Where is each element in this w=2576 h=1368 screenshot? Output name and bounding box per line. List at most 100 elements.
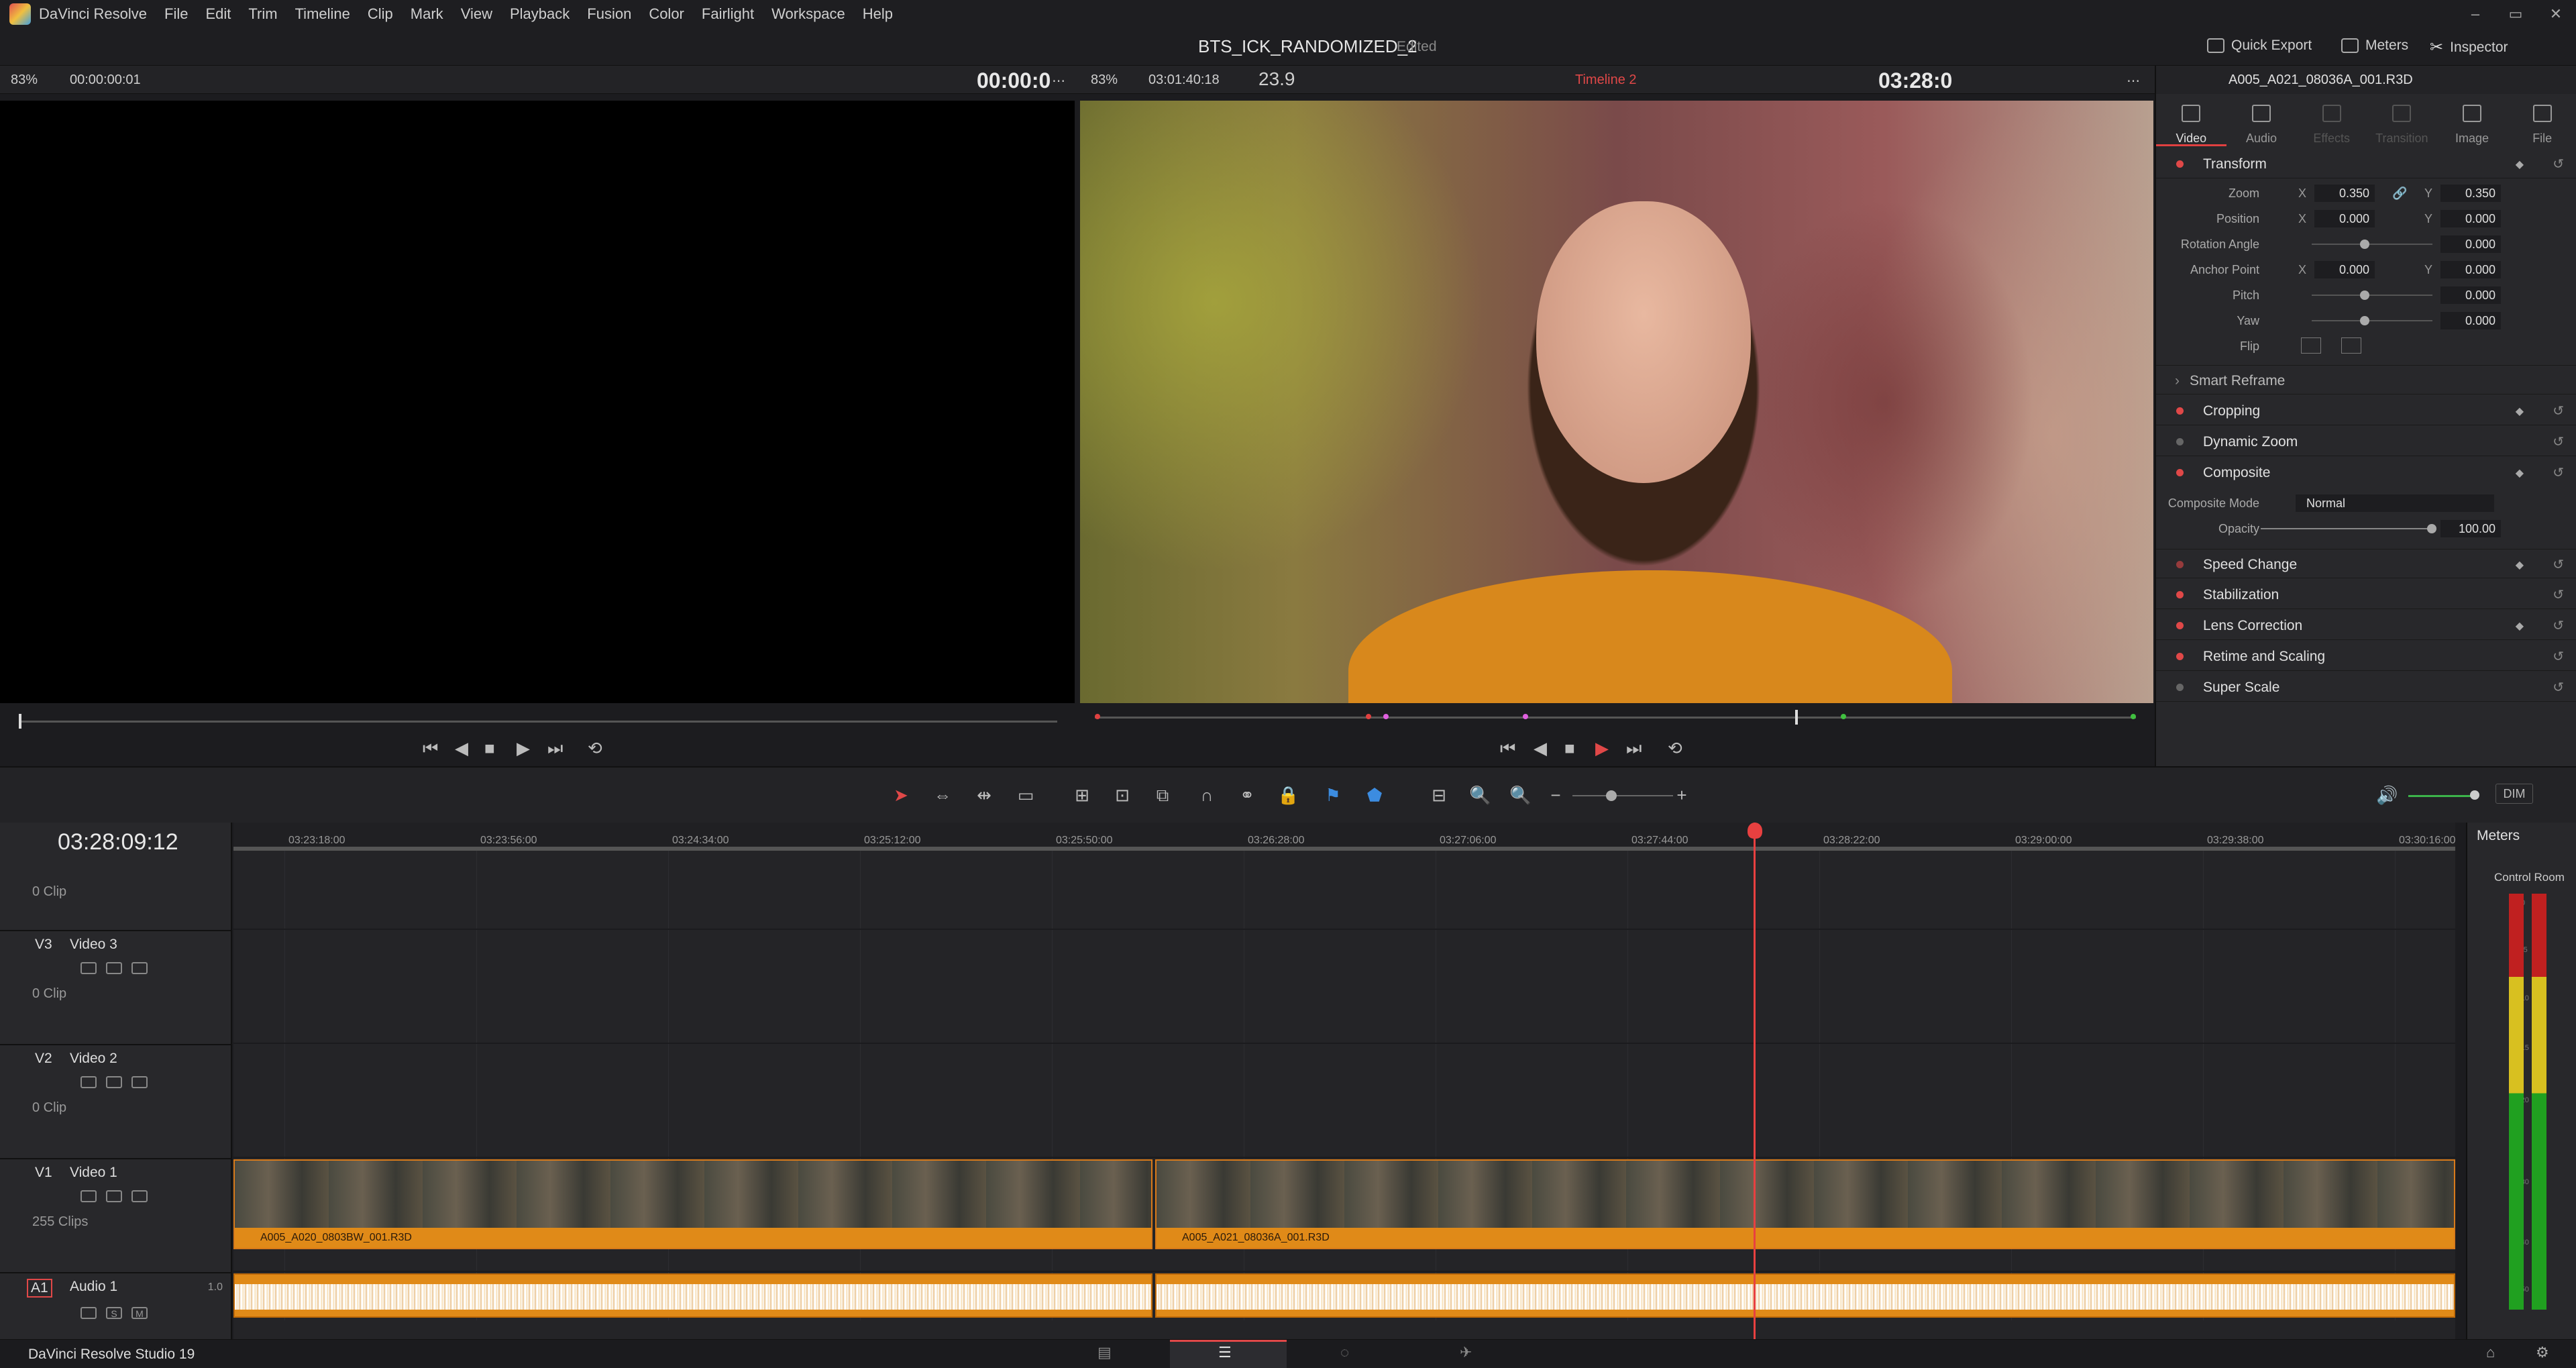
reset-icon[interactable]: ↺	[2553, 464, 2564, 481]
menu-workspace[interactable]: Workspace	[771, 5, 845, 23]
source-scrub-bar[interactable]	[20, 721, 1057, 723]
reset-icon[interactable]: ↺	[2553, 156, 2564, 172]
track-name[interactable]: Video 1	[70, 1165, 117, 1181]
keyframe-icon[interactable]: ◆	[2516, 405, 2524, 418]
marker-red[interactable]	[1366, 714, 1371, 719]
track-name[interactable]: Video 3	[70, 937, 117, 953]
track-header-v3[interactable]: V3 Video 3 0 Clip	[0, 930, 232, 1044]
insert-clip-icon[interactable]: ⊞	[1072, 785, 1092, 805]
menu-fairlight[interactable]: Fairlight	[702, 5, 754, 23]
lock-icon[interactable]	[80, 1190, 97, 1202]
position-y-field[interactable]: 0.000	[2440, 210, 2501, 227]
loop-icon[interactable]: ⟲	[1668, 738, 1682, 759]
composite-mode-dropdown[interactable]: Normal	[2296, 494, 2494, 512]
zoom-custom-icon[interactable]: 🔍	[1509, 785, 1531, 805]
zoom-slider[interactable]	[1572, 795, 1673, 796]
play-reverse-icon[interactable]: ◀	[1534, 738, 1547, 759]
enable-toggle[interactable]	[2176, 622, 2184, 629]
menu-trim[interactable]: Trim	[248, 5, 277, 23]
inspector-button[interactable]: ✂ Inspector	[2430, 38, 2508, 57]
go-to-start-icon[interactable]: ⏮	[423, 738, 438, 759]
track-visibility-icon[interactable]	[131, 1076, 148, 1088]
color-page-icon[interactable]: ◌	[1340, 1344, 1349, 1361]
meters-button[interactable]: Meters	[2341, 38, 2408, 54]
marker-green[interactable]	[1841, 714, 1846, 719]
play-icon[interactable]: ▶	[1595, 738, 1609, 759]
menu-mark[interactable]: Mark	[411, 5, 443, 23]
lock-icon[interactable]	[80, 1076, 97, 1088]
rotation-knob[interactable]	[2360, 240, 2369, 249]
pitch-field[interactable]: 0.000	[2440, 286, 2501, 304]
solo-button[interactable]: S	[106, 1307, 122, 1319]
section-retime-scaling[interactable]: Retime and Scaling ↺	[2156, 641, 2576, 671]
selection-tool-icon[interactable]: ➤	[891, 785, 911, 805]
zoom-detail-icon[interactable]: 🔍	[1469, 785, 1491, 805]
menu-playback[interactable]: Playback	[510, 5, 570, 23]
zoom-slider-knob[interactable]	[1606, 790, 1617, 801]
replace-clip-icon[interactable]: ⧉	[1152, 785, 1173, 805]
tab-file[interactable]: File	[2507, 97, 2576, 146]
audio-clip-1[interactable]	[233, 1273, 1152, 1318]
tab-audio[interactable]: Audio	[2226, 97, 2297, 146]
rotation-slider[interactable]	[2312, 244, 2432, 245]
video-clip-2[interactable]: A005_A021_08036A_001.R3D	[1155, 1159, 2455, 1249]
zoom-out-icon[interactable]: −	[1546, 785, 1566, 805]
enable-toggle[interactable]	[2176, 469, 2184, 476]
tab-image[interactable]: Image	[2437, 97, 2508, 146]
marker-red[interactable]	[1095, 714, 1100, 719]
auto-select-icon[interactable]	[106, 962, 122, 974]
source-viewer[interactable]	[0, 101, 1075, 703]
yaw-field[interactable]: 0.000	[2440, 312, 2501, 329]
timeline-viewer-playhead[interactable]	[1795, 710, 1798, 725]
stop-icon[interactable]: ■	[484, 738, 495, 759]
snapping-icon[interactable]: ∩	[1197, 785, 1217, 805]
marker-icon[interactable]: ⬟	[1364, 785, 1385, 805]
track-visibility-icon[interactable]	[131, 962, 148, 974]
go-to-end-icon[interactable]: ⏭	[547, 738, 563, 759]
trim-tool-icon[interactable]: ⇔	[932, 785, 953, 805]
enable-toggle[interactable]	[2176, 591, 2184, 598]
track-name[interactable]: Video 2	[70, 1051, 117, 1067]
timeline-name-dropdown[interactable]: Timeline 2	[1575, 72, 1637, 88]
position-x-field[interactable]: 0.000	[2314, 210, 2375, 227]
timeline-scroll-range[interactable]	[233, 847, 2455, 851]
marker-pink[interactable]	[1383, 714, 1389, 719]
pitch-knob[interactable]	[2360, 291, 2369, 300]
enable-toggle[interactable]	[2176, 561, 2184, 568]
zoom-in-icon[interactable]: +	[1672, 785, 1692, 805]
timeline-tracks-area[interactable]: 03:23:18:00 03:23:56:00 03:24:34:00 03:2…	[233, 823, 2455, 1339]
position-lock-icon[interactable]: 🔒	[1277, 785, 1299, 805]
section-lens-correction[interactable]: Lens Correction ◆ ↺	[2156, 611, 2576, 640]
marker-green[interactable]	[2131, 714, 2136, 719]
keyframe-icon[interactable]: ◆	[2516, 466, 2524, 480]
go-to-start-icon[interactable]: ⏮	[1500, 738, 1515, 759]
reset-icon[interactable]: ↺	[2553, 648, 2564, 665]
menu-file[interactable]: File	[164, 5, 188, 23]
timeline-scrub-bar[interactable]	[1095, 717, 2136, 719]
track-id[interactable]: A1	[27, 1279, 52, 1298]
source-options-icon[interactable]: ⋯	[1052, 72, 1065, 89]
blade-tool-icon[interactable]: ▭	[1016, 785, 1036, 805]
anchor-y-field[interactable]: 0.000	[2440, 261, 2501, 278]
zoom-x-field[interactable]: 0.350	[2314, 185, 2375, 202]
video-clip-1[interactable]: A005_A020_0803BW_001.R3D	[233, 1159, 1152, 1249]
reset-icon[interactable]: ↺	[2553, 403, 2564, 419]
timeline-zoom[interactable]: 83%	[1091, 72, 1118, 88]
dynamic-trim-icon[interactable]: ⇹	[974, 785, 994, 805]
yaw-slider[interactable]	[2312, 320, 2432, 321]
enable-toggle[interactable]	[2176, 653, 2184, 660]
menu-color[interactable]: Color	[649, 5, 684, 23]
auto-select-icon[interactable]	[106, 1190, 122, 1202]
close-button[interactable]: ✕	[2536, 0, 2576, 28]
menu-timeline[interactable]: Timeline	[295, 5, 350, 23]
enable-toggle[interactable]	[2176, 684, 2184, 691]
section-transform[interactable]: Transform ◆ ↺	[2156, 149, 2576, 178]
yaw-knob[interactable]	[2360, 316, 2369, 325]
opacity-field[interactable]: 100.00	[2440, 520, 2501, 537]
menu-view[interactable]: View	[461, 5, 492, 23]
flip-vertical-icon[interactable]	[2341, 337, 2361, 354]
section-dynamic-zoom[interactable]: Dynamic Zoom ↺	[2156, 427, 2576, 456]
mute-button[interactable]: M	[131, 1307, 148, 1319]
volume-icon[interactable]: 🔊	[2376, 785, 2398, 805]
zoom-full-icon[interactable]: ⊟	[1429, 785, 1449, 805]
